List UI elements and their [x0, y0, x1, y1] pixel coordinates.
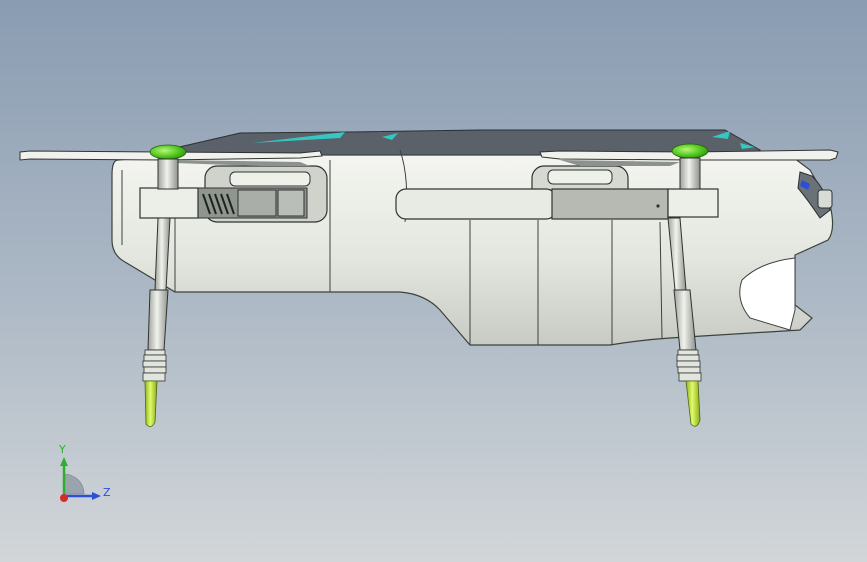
right-rotor-hub — [671, 143, 709, 159]
left-leg-lower — [147, 289, 169, 351]
triad-y-label: Y — [59, 443, 66, 456]
left-arm-bar — [139, 187, 199, 219]
left-foot — [144, 380, 158, 427]
drone-model[interactable] — [0, 0, 867, 562]
right-fan-inner — [547, 169, 613, 185]
graphics-viewport[interactable]: Y Z — [0, 0, 867, 562]
left-rotor-hub — [149, 144, 187, 160]
left-fan-inner — [229, 171, 311, 187]
view-orientation-triad[interactable] — [46, 440, 126, 520]
battery-block — [551, 188, 669, 220]
triad-arc — [63, 473, 85, 495]
x-axis-dot — [60, 494, 68, 502]
left-leg-rings — [142, 349, 167, 382]
z-axis-arrowhead — [92, 492, 101, 500]
right-arm-bar — [667, 188, 719, 218]
right-foot — [685, 380, 701, 427]
left-motor-shaft — [157, 158, 179, 190]
right-motor-shaft — [679, 157, 701, 190]
battery-pod — [395, 188, 557, 220]
triad-z-label: Z — [103, 486, 111, 499]
left-fan-block-2 — [277, 189, 305, 217]
battery-screw — [656, 204, 660, 208]
left-fan-block — [237, 189, 277, 217]
y-axis-arrowhead — [60, 457, 68, 466]
right-leg-rings — [676, 349, 702, 382]
camera-lens — [817, 189, 833, 209]
